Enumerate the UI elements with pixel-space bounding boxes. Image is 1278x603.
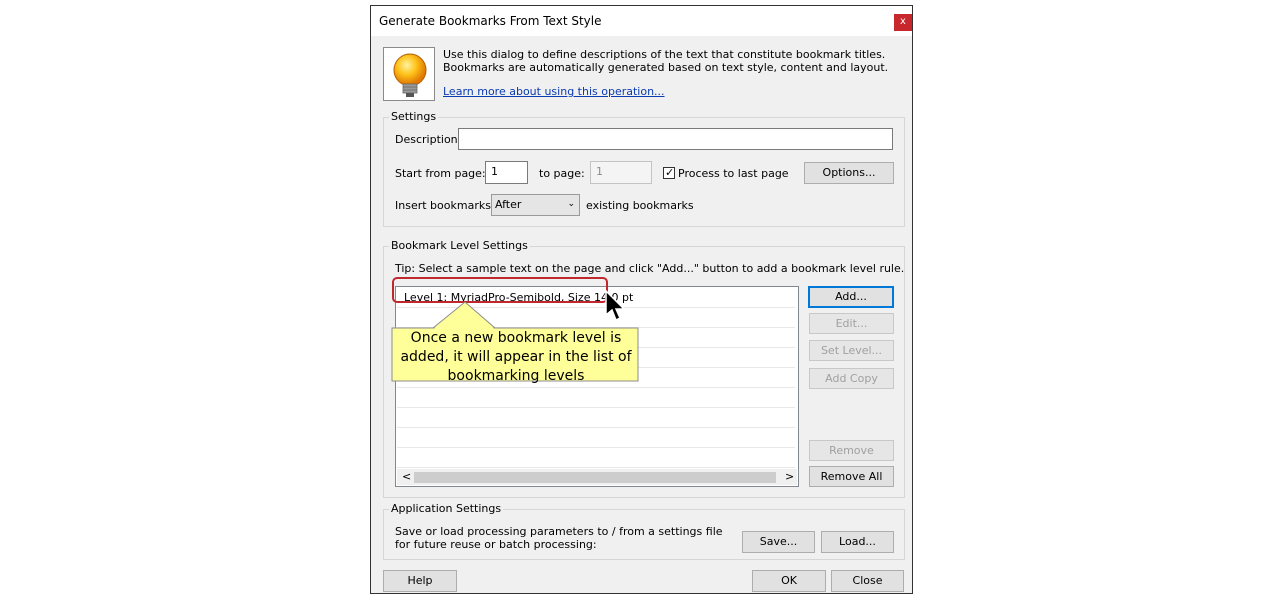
to-page-label: to page: bbox=[539, 167, 585, 180]
load-settings-button[interactable]: Load... bbox=[821, 531, 894, 553]
insert-position-value: After bbox=[495, 198, 522, 211]
callout-text: Once a new bookmark level is added, it w… bbox=[400, 330, 632, 384]
process-to-last-checkbox[interactable]: ✓ bbox=[663, 166, 675, 179]
application-settings-text: Save or load processing parameters to / … bbox=[395, 525, 723, 551]
callout-seam bbox=[434, 303, 494, 329]
save-settings-button[interactable]: Save... bbox=[742, 531, 815, 553]
title-bar[interactable]: Generate Bookmarks From Text Style x bbox=[371, 6, 912, 36]
chevron-down-icon: ⌄ bbox=[567, 199, 575, 209]
list-row-empty bbox=[397, 428, 795, 448]
to-page-input[interactable]: 1 bbox=[590, 161, 652, 184]
add-copy-button[interactable]: Add Copy bbox=[809, 368, 894, 389]
start-page-input[interactable]: 1 bbox=[485, 161, 528, 184]
bookmark-level-group-title: Bookmark Level Settings bbox=[389, 239, 530, 252]
lightbulb-icon bbox=[383, 47, 435, 101]
close-window-button[interactable]: x bbox=[894, 14, 912, 31]
horizontal-scrollbar[interactable]: < > bbox=[397, 469, 797, 485]
settings-group-title: Settings bbox=[389, 110, 439, 123]
options-button[interactable]: Options... bbox=[804, 162, 894, 184]
tip-text: Tip: Select a sample text on the page an… bbox=[395, 262, 905, 275]
remove-all-button[interactable]: Remove All bbox=[809, 466, 894, 487]
list-row-empty bbox=[397, 408, 795, 428]
insert-bookmarks-label: Insert bookmarks: bbox=[395, 199, 495, 212]
mouse-pointer-icon bbox=[605, 290, 626, 322]
dialog-title: Generate Bookmarks From Text Style bbox=[379, 14, 602, 28]
start-page-label: Start from page: bbox=[395, 167, 486, 180]
set-level-button[interactable]: Set Level... bbox=[809, 340, 894, 361]
description-label: Description: bbox=[395, 133, 462, 146]
close-button[interactable]: Close bbox=[831, 570, 904, 592]
learn-more-link[interactable]: Learn more about using this operation... bbox=[443, 85, 665, 98]
list-row-empty bbox=[397, 448, 795, 468]
edit-button[interactable]: Edit... bbox=[809, 313, 894, 334]
process-to-last-label[interactable]: Process to last page bbox=[678, 167, 789, 180]
application-settings-group-title: Application Settings bbox=[389, 502, 504, 515]
scroll-right-icon[interactable]: > bbox=[785, 470, 794, 483]
ok-button[interactable]: OK bbox=[752, 570, 826, 592]
description-input[interactable] bbox=[458, 128, 893, 150]
intro-text: Use this dialog to define descriptions o… bbox=[443, 48, 889, 74]
scroll-left-icon[interactable]: < bbox=[402, 470, 411, 483]
existing-bookmarks-label: existing bookmarks bbox=[586, 199, 694, 212]
help-button[interactable]: Help bbox=[383, 570, 457, 592]
add-button[interactable]: Add... bbox=[808, 286, 894, 308]
checkmark-icon: ✓ bbox=[665, 166, 675, 179]
scrollbar-thumb[interactable] bbox=[414, 472, 776, 483]
remove-button[interactable]: Remove bbox=[809, 440, 894, 461]
insert-position-select[interactable]: After ⌄ bbox=[491, 194, 580, 216]
